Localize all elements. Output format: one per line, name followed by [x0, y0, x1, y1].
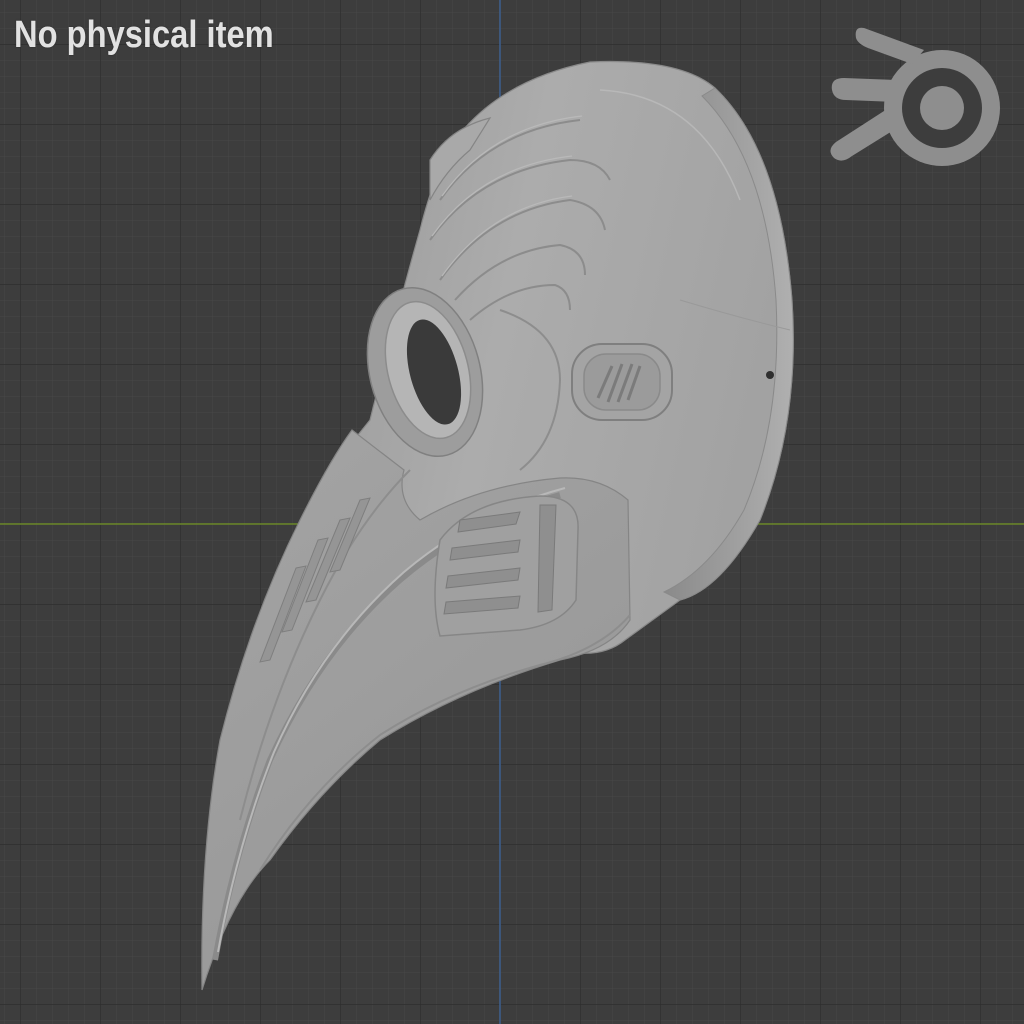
strap-hole [766, 371, 774, 379]
3d-viewport[interactable]: No physical item [0, 0, 1024, 1024]
side-vent [571, 343, 673, 421]
plague-doctor-mask-model[interactable] [0, 0, 1024, 1024]
